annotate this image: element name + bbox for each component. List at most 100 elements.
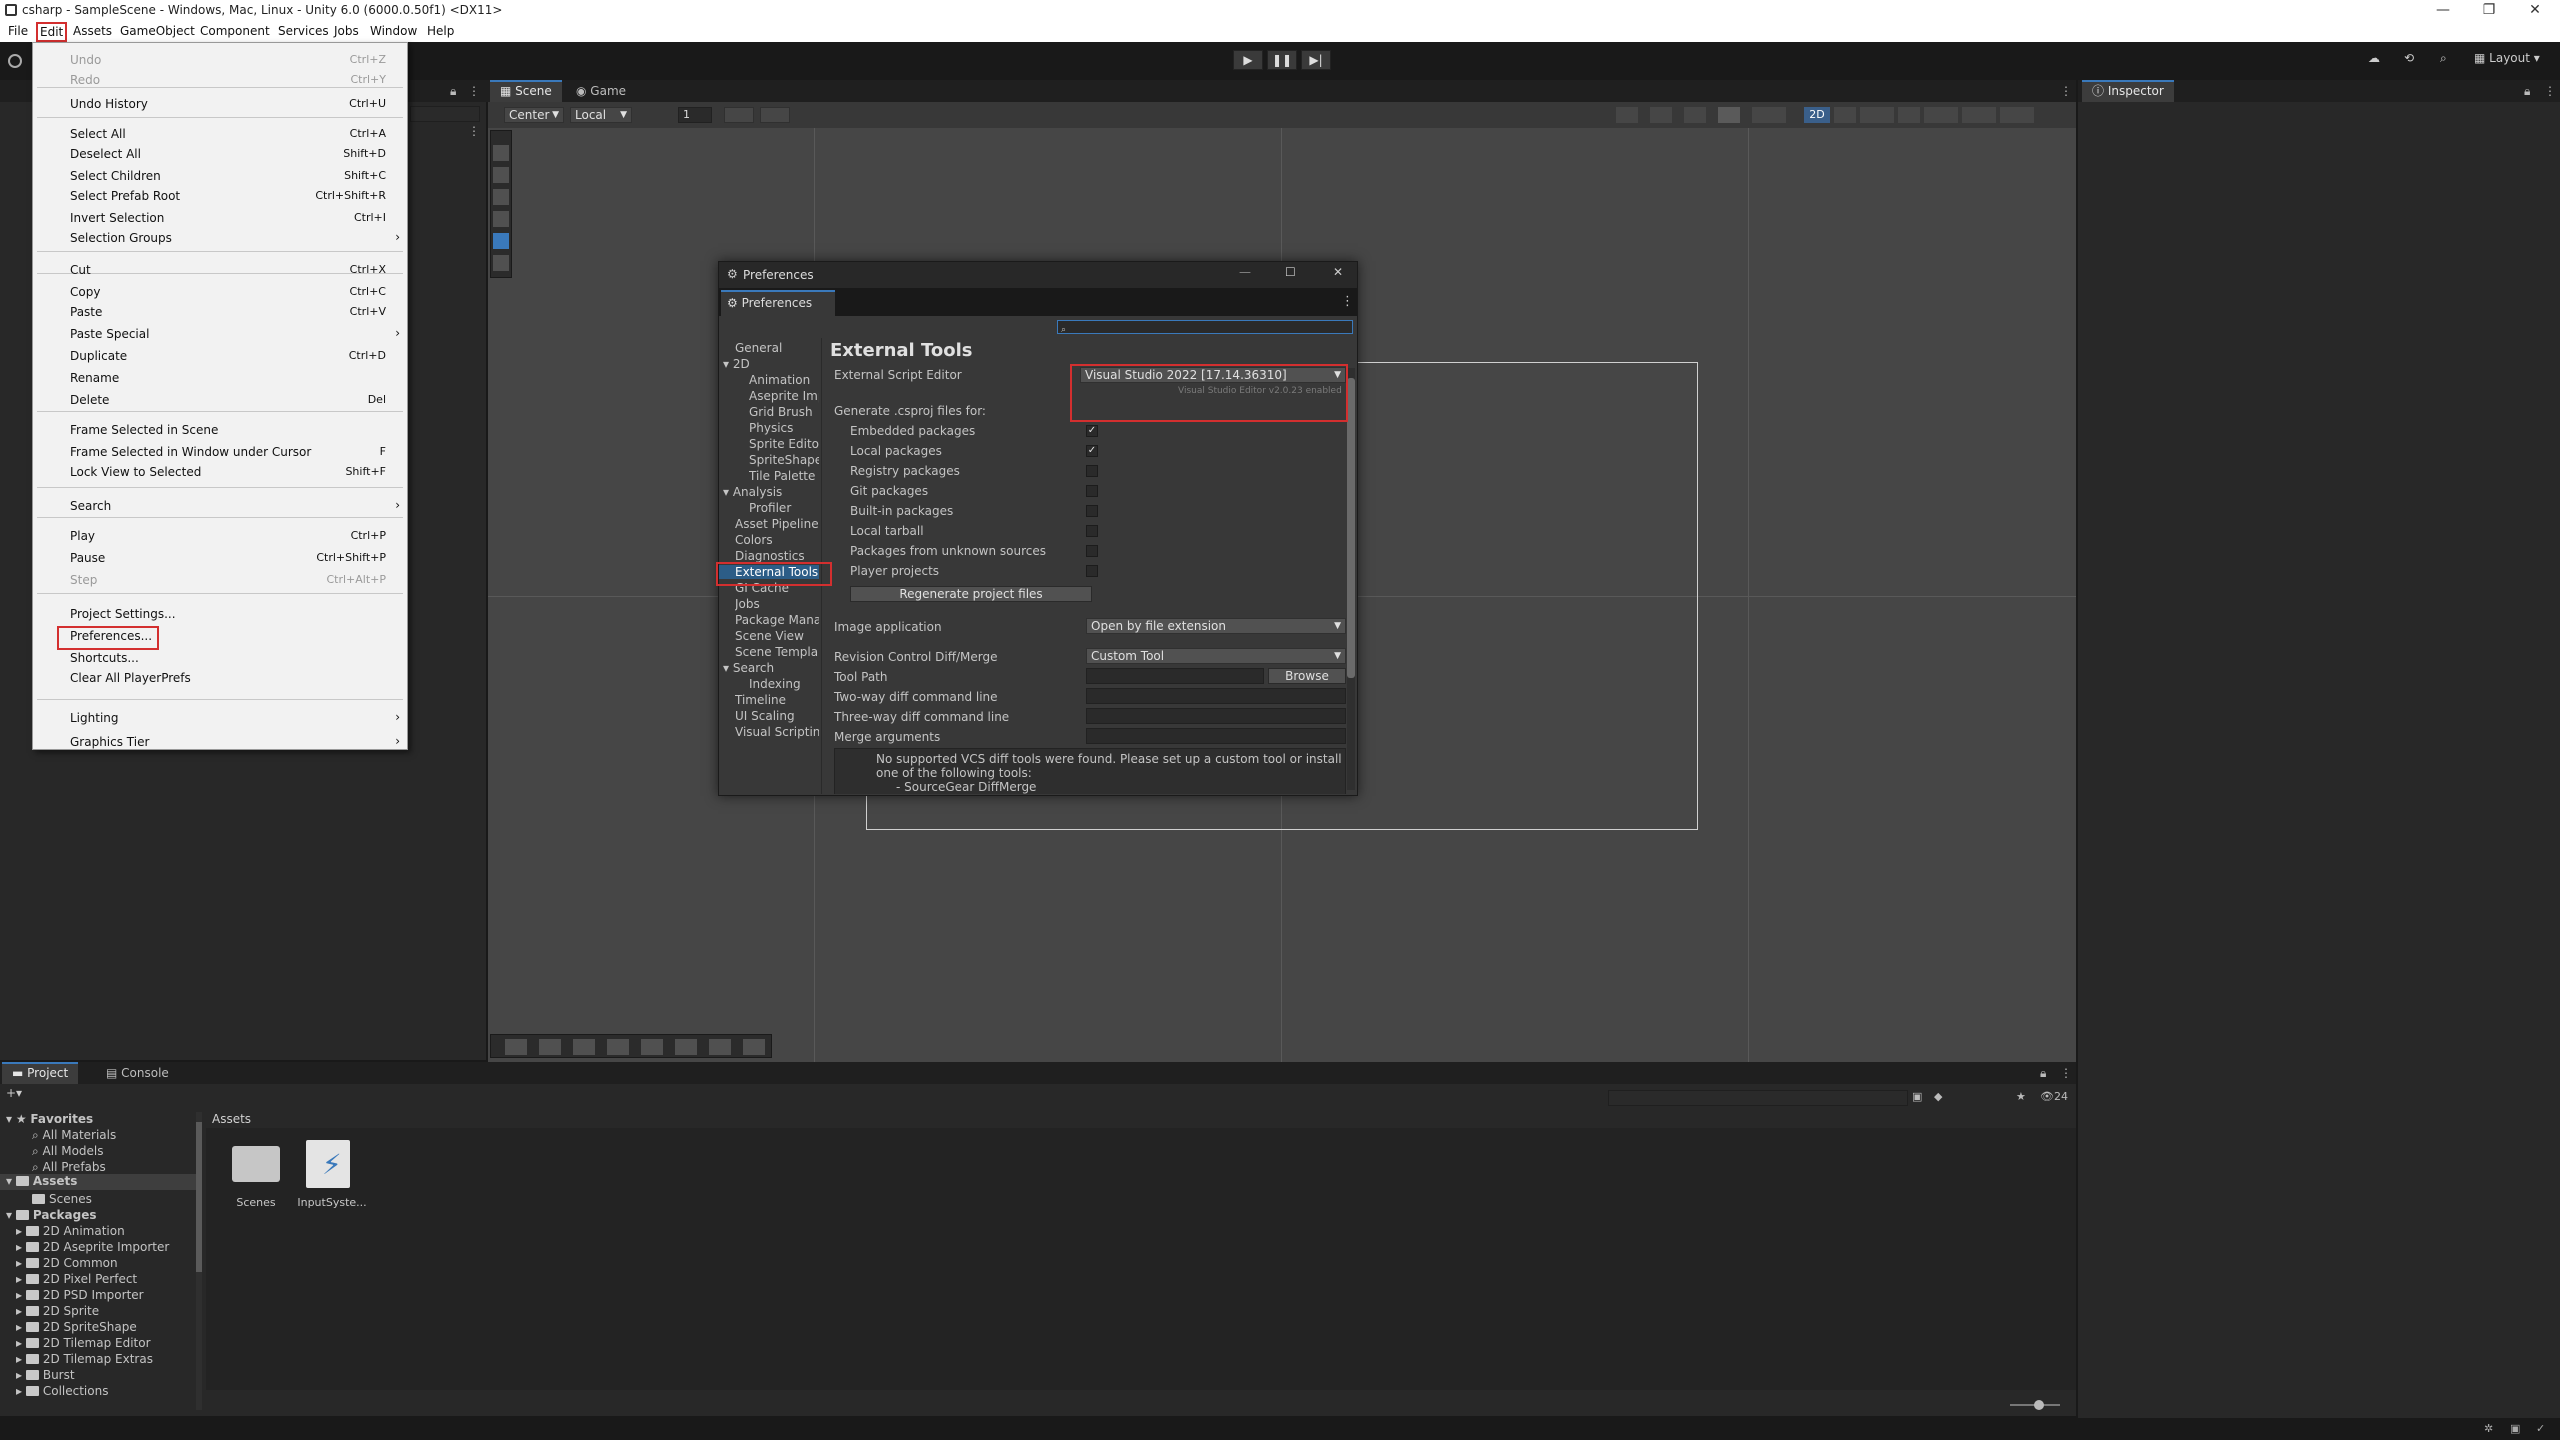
tree-package-item[interactable]: ▸ Collections: [16, 1384, 108, 1398]
menu-services[interactable]: Services: [275, 24, 332, 38]
inspector-more-icon[interactable]: ⋮: [2544, 84, 2556, 98]
maximize-button[interactable]: ❐: [2466, 0, 2512, 22]
hand-tool-icon[interactable]: [493, 145, 509, 161]
notifications-icon[interactable]: ▣: [2510, 1422, 2520, 1435]
nav-item-general[interactable]: General: [735, 341, 819, 355]
audio-toggle-icon[interactable]: [1860, 107, 1894, 123]
breadcrumb-assets[interactable]: Assets: [212, 1112, 251, 1126]
search-by-type-icon[interactable]: ▣: [1912, 1090, 1922, 1103]
favorite-item[interactable]: ⌕ All Prefabs: [32, 1160, 106, 1175]
nav-item-indexing[interactable]: Indexing: [749, 677, 819, 691]
debug-icon[interactable]: ✲: [2484, 1422, 2493, 1435]
menu-window[interactable]: Window: [367, 24, 420, 38]
merge-args-field[interactable]: [1086, 728, 1346, 744]
scene-more-icon[interactable]: ⋮: [2060, 84, 2072, 98]
menu-item-play[interactable]: Play Ctrl+P: [70, 527, 400, 547]
prefs-minimize-button[interactable]: —: [1239, 265, 1251, 279]
menu-jobs[interactable]: Jobs: [331, 24, 362, 38]
tab-console[interactable]: ▤ Console: [96, 1062, 179, 1084]
lighting-toggle-icon[interactable]: [1834, 107, 1856, 123]
nav-item-visual-scriptin[interactable]: Visual Scriptin: [735, 725, 819, 739]
tool-icon-5[interactable]: [641, 1039, 663, 1055]
csproj-checkbox[interactable]: [1086, 485, 1098, 497]
csproj-checkbox[interactable]: [1086, 545, 1098, 557]
nav-item-aseprite-impo[interactable]: Aseprite Impo: [749, 389, 819, 403]
tool-icon-3[interactable]: [573, 1039, 595, 1055]
zoom-slider-handle[interactable]: [2034, 1400, 2044, 1410]
menu-item-paste-special[interactable]: Paste Special ›: [70, 325, 400, 345]
grid-snap-icon[interactable]: [724, 107, 754, 123]
browse-button[interactable]: Browse: [1268, 668, 1346, 684]
menu-item-cut[interactable]: Cut Ctrl+X: [70, 261, 400, 281]
menu-item-copy[interactable]: Copy Ctrl+C: [70, 283, 400, 303]
menu-gameobject[interactable]: GameObject: [117, 24, 198, 38]
tool-icon-2[interactable]: [539, 1039, 561, 1055]
tab-preferences[interactable]: ⚙ Preferences: [721, 290, 835, 316]
three-way-field[interactable]: [1086, 708, 1346, 724]
csproj-checkbox[interactable]: ✓: [1086, 425, 1098, 437]
nav-item-scene-view[interactable]: Scene View: [735, 629, 819, 643]
nav-item-diagnostics[interactable]: Diagnostics: [735, 549, 819, 563]
account-icon[interactable]: [8, 54, 22, 68]
menu-item-lighting[interactable]: Lighting ›: [70, 709, 400, 729]
expand-arrow-icon[interactable]: ▸: [16, 1336, 26, 1350]
shading-wireframe-icon[interactable]: [1650, 107, 1672, 123]
nav-item-scene-templa[interactable]: Scene Templa: [735, 645, 819, 659]
lock-icon[interactable]: 🔒︎: [450, 84, 456, 99]
render-mode-icon[interactable]: [1752, 107, 1786, 123]
grid-item-inputsystem[interactable]: ⚡ InputSyste...: [296, 1138, 368, 1214]
overlay-menu-icon[interactable]: [1962, 107, 1996, 123]
menu-item-duplicate[interactable]: Duplicate Ctrl+D: [70, 347, 400, 367]
tree-scrollbar[interactable]: [196, 1112, 202, 1410]
step-button[interactable]: ▶|: [1301, 50, 1331, 70]
nav-item-grid-brush[interactable]: Grid Brush: [749, 405, 819, 419]
create-plus-icon[interactable]: +▾: [6, 1086, 22, 1100]
play-button[interactable]: ▶: [1233, 50, 1263, 70]
close-button[interactable]: ✕: [2512, 0, 2558, 22]
csproj-checkbox[interactable]: ✓: [1086, 445, 1098, 457]
2d-toggle[interactable]: 2D: [1804, 107, 1830, 123]
two-way-field[interactable]: [1086, 688, 1346, 704]
menu-item-deselect-all[interactable]: Deselect All Shift+D: [70, 145, 400, 165]
expand-arrow-icon[interactable]: ▾: [723, 485, 733, 499]
prefs-close-button[interactable]: ✕: [1333, 265, 1343, 279]
tree-package-item[interactable]: ▸ 2D Tilemap Editor: [16, 1336, 151, 1350]
csproj-checkbox[interactable]: [1086, 525, 1098, 537]
menu-assets[interactable]: Assets: [70, 24, 115, 38]
menu-help[interactable]: Help: [424, 24, 457, 38]
grid-visibility-icon[interactable]: [760, 107, 790, 123]
expand-arrow-icon[interactable]: ▸: [16, 1368, 26, 1382]
menu-item-lock-view-to-selected[interactable]: Lock View to Selected Shift+F: [70, 463, 400, 483]
menu-item-frame-selected-in-scene[interactable]: Frame Selected in Scene: [70, 421, 400, 441]
tree-package-item[interactable]: ▸ 2D Pixel Perfect: [16, 1272, 137, 1286]
assets-header[interactable]: ▾ Assets: [0, 1174, 196, 1190]
menu-component[interactable]: Component: [197, 24, 273, 38]
history-icon[interactable]: ⟲: [2404, 51, 2414, 65]
layout-dropdown[interactable]: ▦ Layout ▾: [2474, 51, 2540, 65]
pause-button[interactable]: ❚❚: [1267, 50, 1297, 70]
rotate-tool-icon[interactable]: [493, 189, 509, 205]
nav-item-analysis[interactable]: ▾ Analysis: [723, 485, 819, 499]
tab-game[interactable]: ◉ Game: [566, 80, 636, 102]
expand-arrow-icon[interactable]: ▸: [16, 1240, 26, 1254]
tool-icon-8[interactable]: [743, 1039, 765, 1055]
project-lock-icon[interactable]: 🔒︎: [2040, 1066, 2046, 1081]
nav-item-2d[interactable]: ▾ 2D: [723, 357, 819, 371]
project-more-icon[interactable]: ⋮: [2060, 1066, 2072, 1080]
menu-item-pause[interactable]: Pause Ctrl+Shift+P: [70, 549, 400, 569]
hierarchy-search-field[interactable]: [410, 106, 480, 122]
search-icon[interactable]: ⌕: [2440, 51, 2447, 66]
menu-item-delete[interactable]: Delete Del: [70, 391, 400, 411]
expand-arrow-icon[interactable]: ▸: [16, 1352, 26, 1366]
expand-arrow-icon[interactable]: ▸: [16, 1224, 26, 1238]
favorites-header[interactable]: ▾ ★ Favorites: [6, 1112, 93, 1126]
more-icon[interactable]: ⋮: [468, 84, 480, 98]
expand-arrow-icon[interactable]: ▸: [16, 1256, 26, 1270]
gizmos-icon[interactable]: [2000, 107, 2034, 123]
shading-solid-icon[interactable]: [1684, 107, 1706, 123]
space-dropdown[interactable]: Local ▼: [570, 107, 632, 123]
expand-arrow-icon[interactable]: ▸: [16, 1272, 26, 1286]
expand-arrow-icon[interactable]: ▾: [723, 661, 733, 675]
menu-item-graphics-tier[interactable]: Graphics Tier ›: [70, 733, 400, 753]
camera-settings-icon[interactable]: [1924, 107, 1958, 123]
